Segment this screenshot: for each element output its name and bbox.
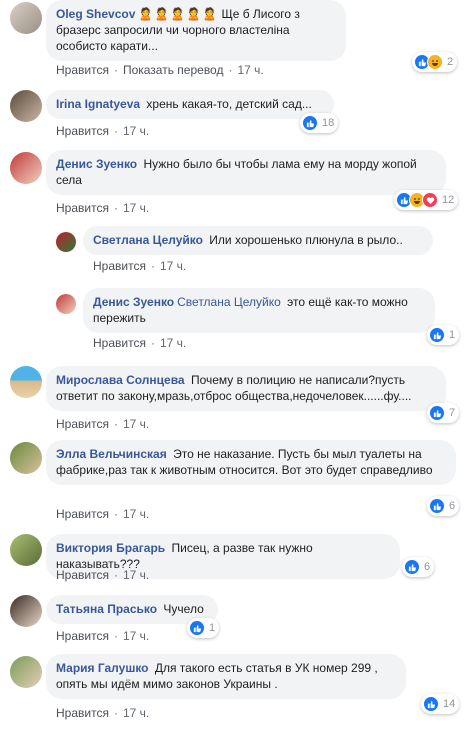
reaction-summary[interactable]: 1	[427, 325, 460, 345]
reaction-count: 6	[449, 500, 456, 512]
like-link[interactable]: Нравится	[56, 124, 109, 138]
reaction-summary[interactable]: 2	[412, 52, 458, 72]
comment-time[interactable]: 17 ч.	[123, 568, 149, 582]
comment-bubble: Денис Зуенко Нужно было бы чтобы лама ем…	[46, 150, 446, 195]
comment-time[interactable]: 17 ч.	[160, 259, 186, 273]
like-link[interactable]: Нравится	[93, 259, 146, 273]
comment-actions: Нравится · Показать перевод · 17 ч.	[56, 63, 264, 77]
comment-author[interactable]: Irina Ignatyeva	[56, 97, 140, 111]
comment-time[interactable]: 17 ч.	[123, 706, 149, 720]
comment-author[interactable]: Виктория Брагарь	[56, 541, 165, 555]
like-icon	[429, 327, 445, 343]
comment-time[interactable]: 17 ч.	[123, 629, 149, 643]
comment-actions: Нравится · 17 ч.	[93, 336, 187, 350]
comment-text: Чучело	[163, 602, 204, 616]
comment-author[interactable]: Светлана Целуйко	[93, 233, 203, 247]
comment-time[interactable]: 17 ч.	[123, 201, 149, 215]
reaction-summary[interactable]: 18	[300, 113, 339, 133]
comment-actions: Нравится · 17 ч.	[56, 417, 150, 431]
like-link[interactable]: Нравится	[56, 629, 109, 643]
comment-actions: Нравится · 17 ч.	[56, 568, 150, 582]
avatar[interactable]	[56, 232, 76, 252]
reaction-summary[interactable]: 6	[402, 557, 435, 577]
like-icon	[423, 696, 439, 712]
like-icon	[429, 405, 445, 421]
reaction-summary[interactable]: 1	[187, 618, 220, 638]
reaction-count: 1	[209, 622, 216, 634]
comment-author[interactable]: Элла Вельчинская	[56, 447, 167, 461]
haha-icon	[427, 54, 443, 70]
comment-bubble: Мирослава Солнцева Почему в полицию не н…	[46, 366, 446, 411]
comment-author[interactable]: Oleg Shevcov	[56, 7, 135, 21]
reaction-summary[interactable]: 7	[427, 403, 460, 423]
like-link[interactable]: Нравится	[56, 201, 109, 215]
comment-author[interactable]: Мария Галушко	[56, 661, 149, 675]
avatar[interactable]	[10, 656, 42, 688]
reaction-summary[interactable]: 6	[427, 496, 460, 516]
comment-author[interactable]: Татьяна Прасько	[56, 602, 157, 616]
comment-bubble: Oleg Shevcov 🙎🙎🙎🙎🙎 Ще б Лисого з бразерс …	[46, 0, 346, 61]
comment-actions: Нравится · 17 ч.	[56, 201, 150, 215]
like-link[interactable]: Нравится	[56, 507, 109, 521]
like-link[interactable]: Нравится	[56, 706, 109, 720]
avatar[interactable]	[10, 595, 42, 627]
comment-actions: Нравится · 17 ч.	[93, 259, 187, 273]
comment-text: хрень какая-то, детский сад...	[146, 97, 312, 111]
reaction-count: 14	[443, 698, 456, 710]
like-icon	[189, 620, 205, 636]
like-icon	[429, 498, 445, 514]
avatar[interactable]	[10, 442, 42, 474]
avatar[interactable]	[10, 366, 42, 398]
comment-author[interactable]: Денис Зуенко	[93, 295, 174, 309]
comment-bubble: Элла Вельчинская Это не наказание. Пусть…	[46, 440, 456, 485]
reaction-count: 6	[424, 561, 431, 573]
avatar[interactable]	[10, 90, 42, 122]
comment-author[interactable]: Мирослава Солнцева	[56, 373, 185, 387]
like-link[interactable]: Нравится	[93, 336, 146, 350]
comment-author[interactable]: Денис Зуенко	[56, 157, 137, 171]
love-icon	[422, 192, 438, 208]
comment-actions: Нравится · 17 ч.	[56, 706, 150, 720]
comment-time[interactable]: 17 ч.	[123, 507, 149, 521]
reaction-count: 1	[449, 329, 456, 341]
comment-actions: Нравится · 17 ч.	[56, 124, 150, 138]
mention-link[interactable]: Светлана Целуйко	[177, 295, 281, 309]
avatar[interactable]	[10, 152, 42, 184]
reaction-count: 2	[447, 56, 454, 68]
avatar[interactable]	[56, 294, 76, 314]
like-link[interactable]: Нравится	[56, 568, 109, 582]
comment-text: Или хорошенько плюнула в рыло..	[209, 233, 403, 247]
comment-bubble: Денис Зуенко Светлана Целуйко это ещё как…	[83, 288, 435, 333]
avatar[interactable]	[10, 2, 42, 34]
like-link[interactable]: Нравится	[56, 417, 109, 431]
emoji-run: 🙎🙎🙎🙎🙎	[138, 7, 219, 21]
reaction-count: 7	[449, 407, 456, 419]
like-icon	[302, 115, 318, 131]
comment-time[interactable]: 17 ч.	[123, 417, 149, 431]
like-link[interactable]: Нравится	[56, 63, 109, 77]
comment-bubble: Мария Галушко Для такого есть статья в У…	[46, 654, 406, 699]
comment-actions: Нравится · 17 ч.	[56, 629, 150, 643]
comment-time[interactable]: 17 ч.	[123, 124, 149, 138]
comment-time[interactable]: 17 ч.	[160, 336, 186, 350]
avatar[interactable]	[10, 534, 42, 566]
reaction-count: 12	[442, 194, 455, 206]
reaction-count: 18	[322, 117, 335, 129]
comment-time[interactable]: 17 ч.	[237, 63, 263, 77]
reaction-summary[interactable]: 14	[421, 694, 460, 714]
comment-actions: Нравится · 17 ч.	[56, 507, 150, 521]
comment-bubble: Светлана Целуйко Или хорошенько плюнула …	[83, 226, 433, 255]
comment-bubble: Irina Ignatyeva хрень какая-то, детский …	[46, 90, 334, 119]
like-icon	[404, 559, 420, 575]
translate-link[interactable]: Показать перевод	[123, 63, 224, 77]
reaction-summary[interactable]: 12	[394, 190, 459, 210]
